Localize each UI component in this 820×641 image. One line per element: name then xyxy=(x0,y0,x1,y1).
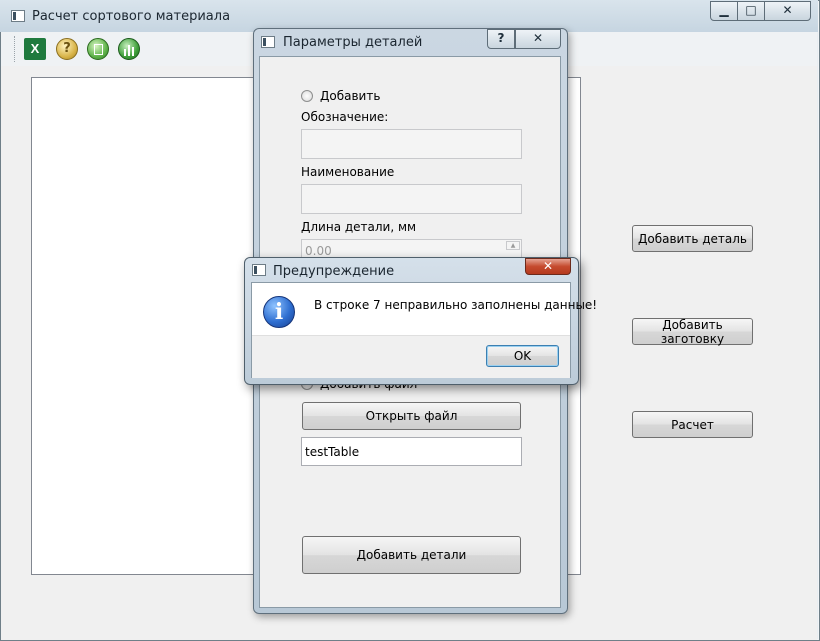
length-label: Длина детали, мм xyxy=(301,220,417,234)
minimize-button[interactable]: ▁ xyxy=(710,1,738,21)
name-label: Наименование xyxy=(301,165,395,179)
add-detail-button[interactable]: Добавить деталь xyxy=(632,225,753,252)
length-value: 0.00 xyxy=(305,244,332,258)
params-close-button[interactable]: ✕ xyxy=(515,29,561,49)
name-field[interactable] xyxy=(301,184,522,214)
add-details-button[interactable]: Добавить детали xyxy=(302,536,521,574)
open-file-button[interactable]: Открыть файл xyxy=(302,402,521,430)
chart-icon[interactable] xyxy=(118,38,140,60)
params-dialog-title: Параметры деталей xyxy=(283,35,423,50)
add-blank-button[interactable]: Добавить заготовку xyxy=(632,318,753,346)
help-icon[interactable]: ? xyxy=(56,38,78,60)
params-help-button[interactable]: ? xyxy=(487,29,515,49)
warning-dialog-title: Предупреждение xyxy=(273,264,395,279)
warning-dialog-icon xyxy=(252,264,266,276)
add-radio-label: Добавить xyxy=(320,89,381,103)
calculate-button[interactable]: Расчет xyxy=(632,411,753,438)
main-window-title: Расчет сортового материала xyxy=(32,9,231,24)
add-radio[interactable] xyxy=(301,90,313,102)
toolbar-grip[interactable] xyxy=(14,36,18,62)
maximize-icon: □ xyxy=(745,3,757,17)
close-icon: ✕ xyxy=(542,259,554,273)
minimize-icon: ▁ xyxy=(719,3,729,17)
main-close-button[interactable]: ✕ xyxy=(764,1,811,21)
file-name-value: testTable xyxy=(305,445,360,459)
designation-field[interactable] xyxy=(301,129,522,159)
ok-button[interactable]: OK xyxy=(486,345,559,367)
materials-icon[interactable] xyxy=(87,38,109,60)
app-window-icon xyxy=(11,10,25,22)
help-icon: ? xyxy=(497,31,505,45)
params-dialog-icon xyxy=(261,36,275,48)
spin-up-icon[interactable]: ▲ xyxy=(506,241,520,250)
close-icon: ✕ xyxy=(532,31,544,45)
warning-close-button[interactable]: ✕ xyxy=(525,258,571,275)
maximize-button[interactable]: □ xyxy=(737,1,765,21)
designation-label: Обозначение: xyxy=(301,110,389,124)
close-icon: ✕ xyxy=(782,3,793,17)
file-name-field[interactable]: testTable xyxy=(301,437,522,466)
warning-message: В строке 7 неправильно заполнены данные! xyxy=(314,298,598,312)
info-icon: i xyxy=(263,296,295,328)
excel-icon[interactable]: X xyxy=(24,38,46,60)
